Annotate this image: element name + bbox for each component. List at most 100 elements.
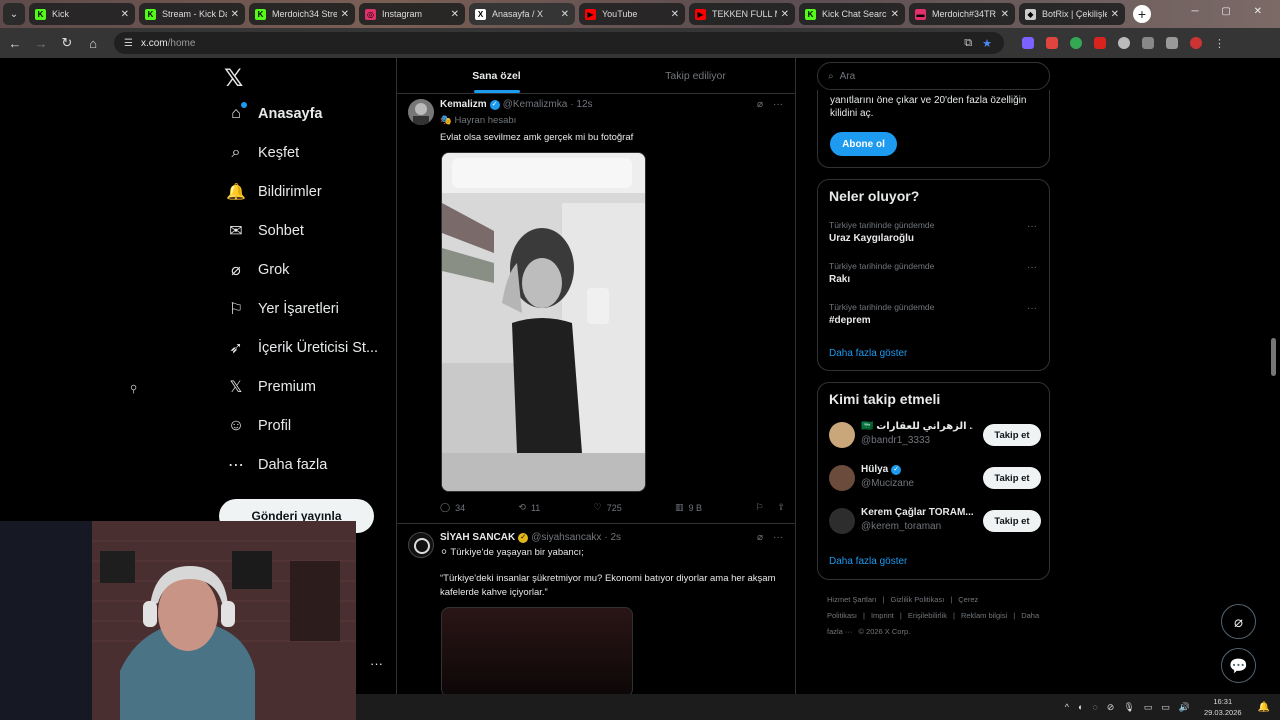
tab-close-icon[interactable]: ✕ xyxy=(1111,9,1119,20)
share-icon[interactable]: ⇪ xyxy=(777,502,785,513)
account-name[interactable]: Kerem Çağlar TORAM... xyxy=(861,507,973,518)
avatar[interactable] xyxy=(829,508,855,534)
messages-fab-button[interactable]: 💬 xyxy=(1221,648,1256,683)
tweet-time[interactable]: · 2s xyxy=(604,532,621,543)
footer-link[interactable]: © 2026 X Corp. xyxy=(858,627,910,636)
footer-link[interactable]: Gizlilik Politikası xyxy=(891,595,945,604)
search-input[interactable]: ⌕ Ara xyxy=(817,62,1050,90)
nav-item-grok[interactable]: ⌀ Grok xyxy=(227,261,289,279)
tab-close-icon[interactable]: ✕ xyxy=(341,9,349,20)
tab-search-button[interactable]: ⌄ xyxy=(3,3,25,25)
tab-close-icon[interactable]: ✕ xyxy=(451,9,459,20)
trend-more-icon[interactable]: ··· xyxy=(1027,262,1037,273)
avatar[interactable] xyxy=(829,465,855,491)
tweet-photo[interactable] xyxy=(441,607,633,694)
tray-app-icon[interactable]: ◐ xyxy=(1078,702,1083,712)
tab-close-icon[interactable]: ✕ xyxy=(891,9,899,20)
extension-icon[interactable] xyxy=(1022,37,1034,49)
nav-item-mail[interactable]: ✉ Sohbet xyxy=(227,222,304,240)
grok-icon[interactable]: ⌀ xyxy=(757,532,763,543)
chevron-up-icon[interactable]: ^ xyxy=(1065,702,1069,712)
trend-more-icon[interactable]: ··· xyxy=(1027,303,1037,314)
views-button[interactable]: ▥ 9 B xyxy=(675,502,702,513)
tab-close-icon[interactable]: ✕ xyxy=(781,9,789,20)
tweet-photo[interactable] xyxy=(441,152,646,492)
mic-icon[interactable]: 🎙 xyxy=(1123,702,1134,713)
tab-for-you[interactable]: Sana özel xyxy=(397,58,596,93)
browser-tab[interactable]: ▶ YouTube ✕ xyxy=(579,3,685,25)
network-icon[interactable]: ▭ xyxy=(1161,702,1170,713)
nav-item-x-premium[interactable]: 𝕏 Premium xyxy=(227,378,316,396)
grok-fab-button[interactable]: ⌀ xyxy=(1221,604,1256,639)
tweet[interactable]: SİYAH SANCAK ✓ @siyahsancakx · 2s ⌀ ··· … xyxy=(397,524,795,694)
footer-link[interactable]: Reklam bilgisi xyxy=(961,611,1007,620)
back-icon[interactable]: ← xyxy=(4,36,26,51)
puzzle-icon[interactable] xyxy=(1142,37,1154,49)
avatar[interactable] xyxy=(408,532,434,558)
subscribe-button[interactable]: Abone ol xyxy=(830,132,897,156)
more-icon[interactable]: ··· xyxy=(773,99,783,110)
tweet-author-name[interactable]: SİYAH SANCAK xyxy=(440,532,515,543)
tweet-time[interactable]: · 12s xyxy=(570,99,592,110)
browser-tab[interactable]: X Anasayfa / X ✕ xyxy=(469,3,575,25)
home-button-icon[interactable]: ⌂ xyxy=(82,36,104,51)
browser-tab[interactable]: K Kick ✕ xyxy=(29,3,135,25)
avatar[interactable] xyxy=(408,99,434,125)
suggested-account[interactable]: Hülya ✓ @Mucizane Takip et xyxy=(829,464,1041,494)
volume-icon[interactable]: 🔊 xyxy=(1179,702,1190,713)
repost-button[interactable]: ⟲ 11 xyxy=(518,502,540,513)
account-name[interactable]: 🇸🇦 الزهراني للعقارات ...✓ xyxy=(861,421,973,432)
bookmark-icon[interactable]: ⚐ xyxy=(755,502,763,513)
nav-item-search[interactable]: ⌕ Keşfet xyxy=(227,144,300,162)
install-icon[interactable]: ⧉ xyxy=(964,37,972,50)
page-scrollbar[interactable] xyxy=(1271,338,1276,376)
trends-show-more-link[interactable]: Daha fazla göster xyxy=(829,348,907,359)
extension-icon[interactable] xyxy=(1118,37,1130,49)
address-bar[interactable]: ☰ x.com/home ⧉ ★ xyxy=(114,32,1004,54)
nav-item-person[interactable]: ☺ Profil xyxy=(227,417,291,435)
notification-icon[interactable]: 🔔 xyxy=(1258,702,1270,713)
browser-tab[interactable]: K Merdoich34 Strea ✕ xyxy=(249,3,355,25)
tab-following[interactable]: Takip ediliyor xyxy=(596,58,795,93)
display-icon[interactable]: ▭ xyxy=(1144,702,1153,713)
reply-button[interactable]: ◯ 34 xyxy=(440,502,465,513)
nav-item-bookmark[interactable]: ⚐ Yer İşaretleri xyxy=(227,300,339,318)
tab-close-icon[interactable]: ✕ xyxy=(671,9,679,20)
x-logo-icon[interactable]: 𝕏 xyxy=(224,64,243,93)
menu-icon[interactable]: ⋮ xyxy=(1214,37,1225,50)
extension-icon[interactable] xyxy=(1070,37,1082,49)
avatar[interactable] xyxy=(829,422,855,448)
trend-more-icon[interactable]: ··· xyxy=(1027,221,1037,232)
suggested-account[interactable]: Kerem Çağlar TORAM... @kerem_toraman Takip… xyxy=(829,507,1041,537)
browser-tab[interactable]: ◆ BotRix | Çekilişler ✕ xyxy=(1019,3,1125,25)
browser-tab[interactable]: K Stream - Kick Dash ✕ xyxy=(139,3,245,25)
adblock-icon[interactable] xyxy=(1094,37,1106,49)
more-icon[interactable]: ··· xyxy=(773,532,783,543)
browser-tab[interactable]: K Kick Chat Search ✕ xyxy=(799,3,905,25)
tab-close-icon[interactable]: ✕ xyxy=(561,9,569,20)
nav-item-rocket[interactable]: ➶ İçerik Üreticisi St... xyxy=(227,339,378,357)
tweet-author-handle[interactable]: @Kemalizmka xyxy=(503,99,568,110)
network-off-icon[interactable]: ⊘ xyxy=(1107,702,1115,713)
browser-tab[interactable]: ◎ Instagram ✕ xyxy=(359,3,465,25)
nav-item-bell[interactable]: 🔔 Bildirimler xyxy=(226,183,322,201)
new-tab-button[interactable]: + xyxy=(1133,5,1151,23)
tweet-author-handle[interactable]: @siyahsancakx xyxy=(531,532,601,543)
browser-tab[interactable]: ▬ Merdoich#34TR ✕ xyxy=(909,3,1015,25)
site-info-icon[interactable]: ☰ xyxy=(124,38,133,49)
follow-button[interactable]: Takip et xyxy=(983,424,1041,446)
tab-close-icon[interactable]: ✕ xyxy=(121,9,129,20)
browser-tab[interactable]: ▶ TEKKEN FULL MO ✕ xyxy=(689,3,795,25)
nav-item-home[interactable]: ⌂ Anasayfa xyxy=(227,102,322,123)
who-show-more-link[interactable]: Daha fazla göster xyxy=(829,556,907,567)
follow-button[interactable]: Takip et xyxy=(983,467,1041,489)
account-more-icon[interactable]: ··· xyxy=(370,656,383,671)
footer-link[interactable]: Hizmet Şartları xyxy=(827,595,877,604)
extension-icon[interactable] xyxy=(1046,37,1058,49)
footer-link[interactable]: Imprint xyxy=(871,611,894,620)
window-controls[interactable]: ─ ▢ ✕ xyxy=(1192,6,1272,17)
tweet[interactable]: Kemalizm ✓ @Kemalizmka · 12s ⌀ ··· 🎭 Hay… xyxy=(397,94,795,524)
bookmark-star-icon[interactable]: ★ xyxy=(982,37,992,50)
tab-close-icon[interactable]: ✕ xyxy=(1001,9,1009,20)
forward-icon[interactable]: → xyxy=(30,36,52,51)
